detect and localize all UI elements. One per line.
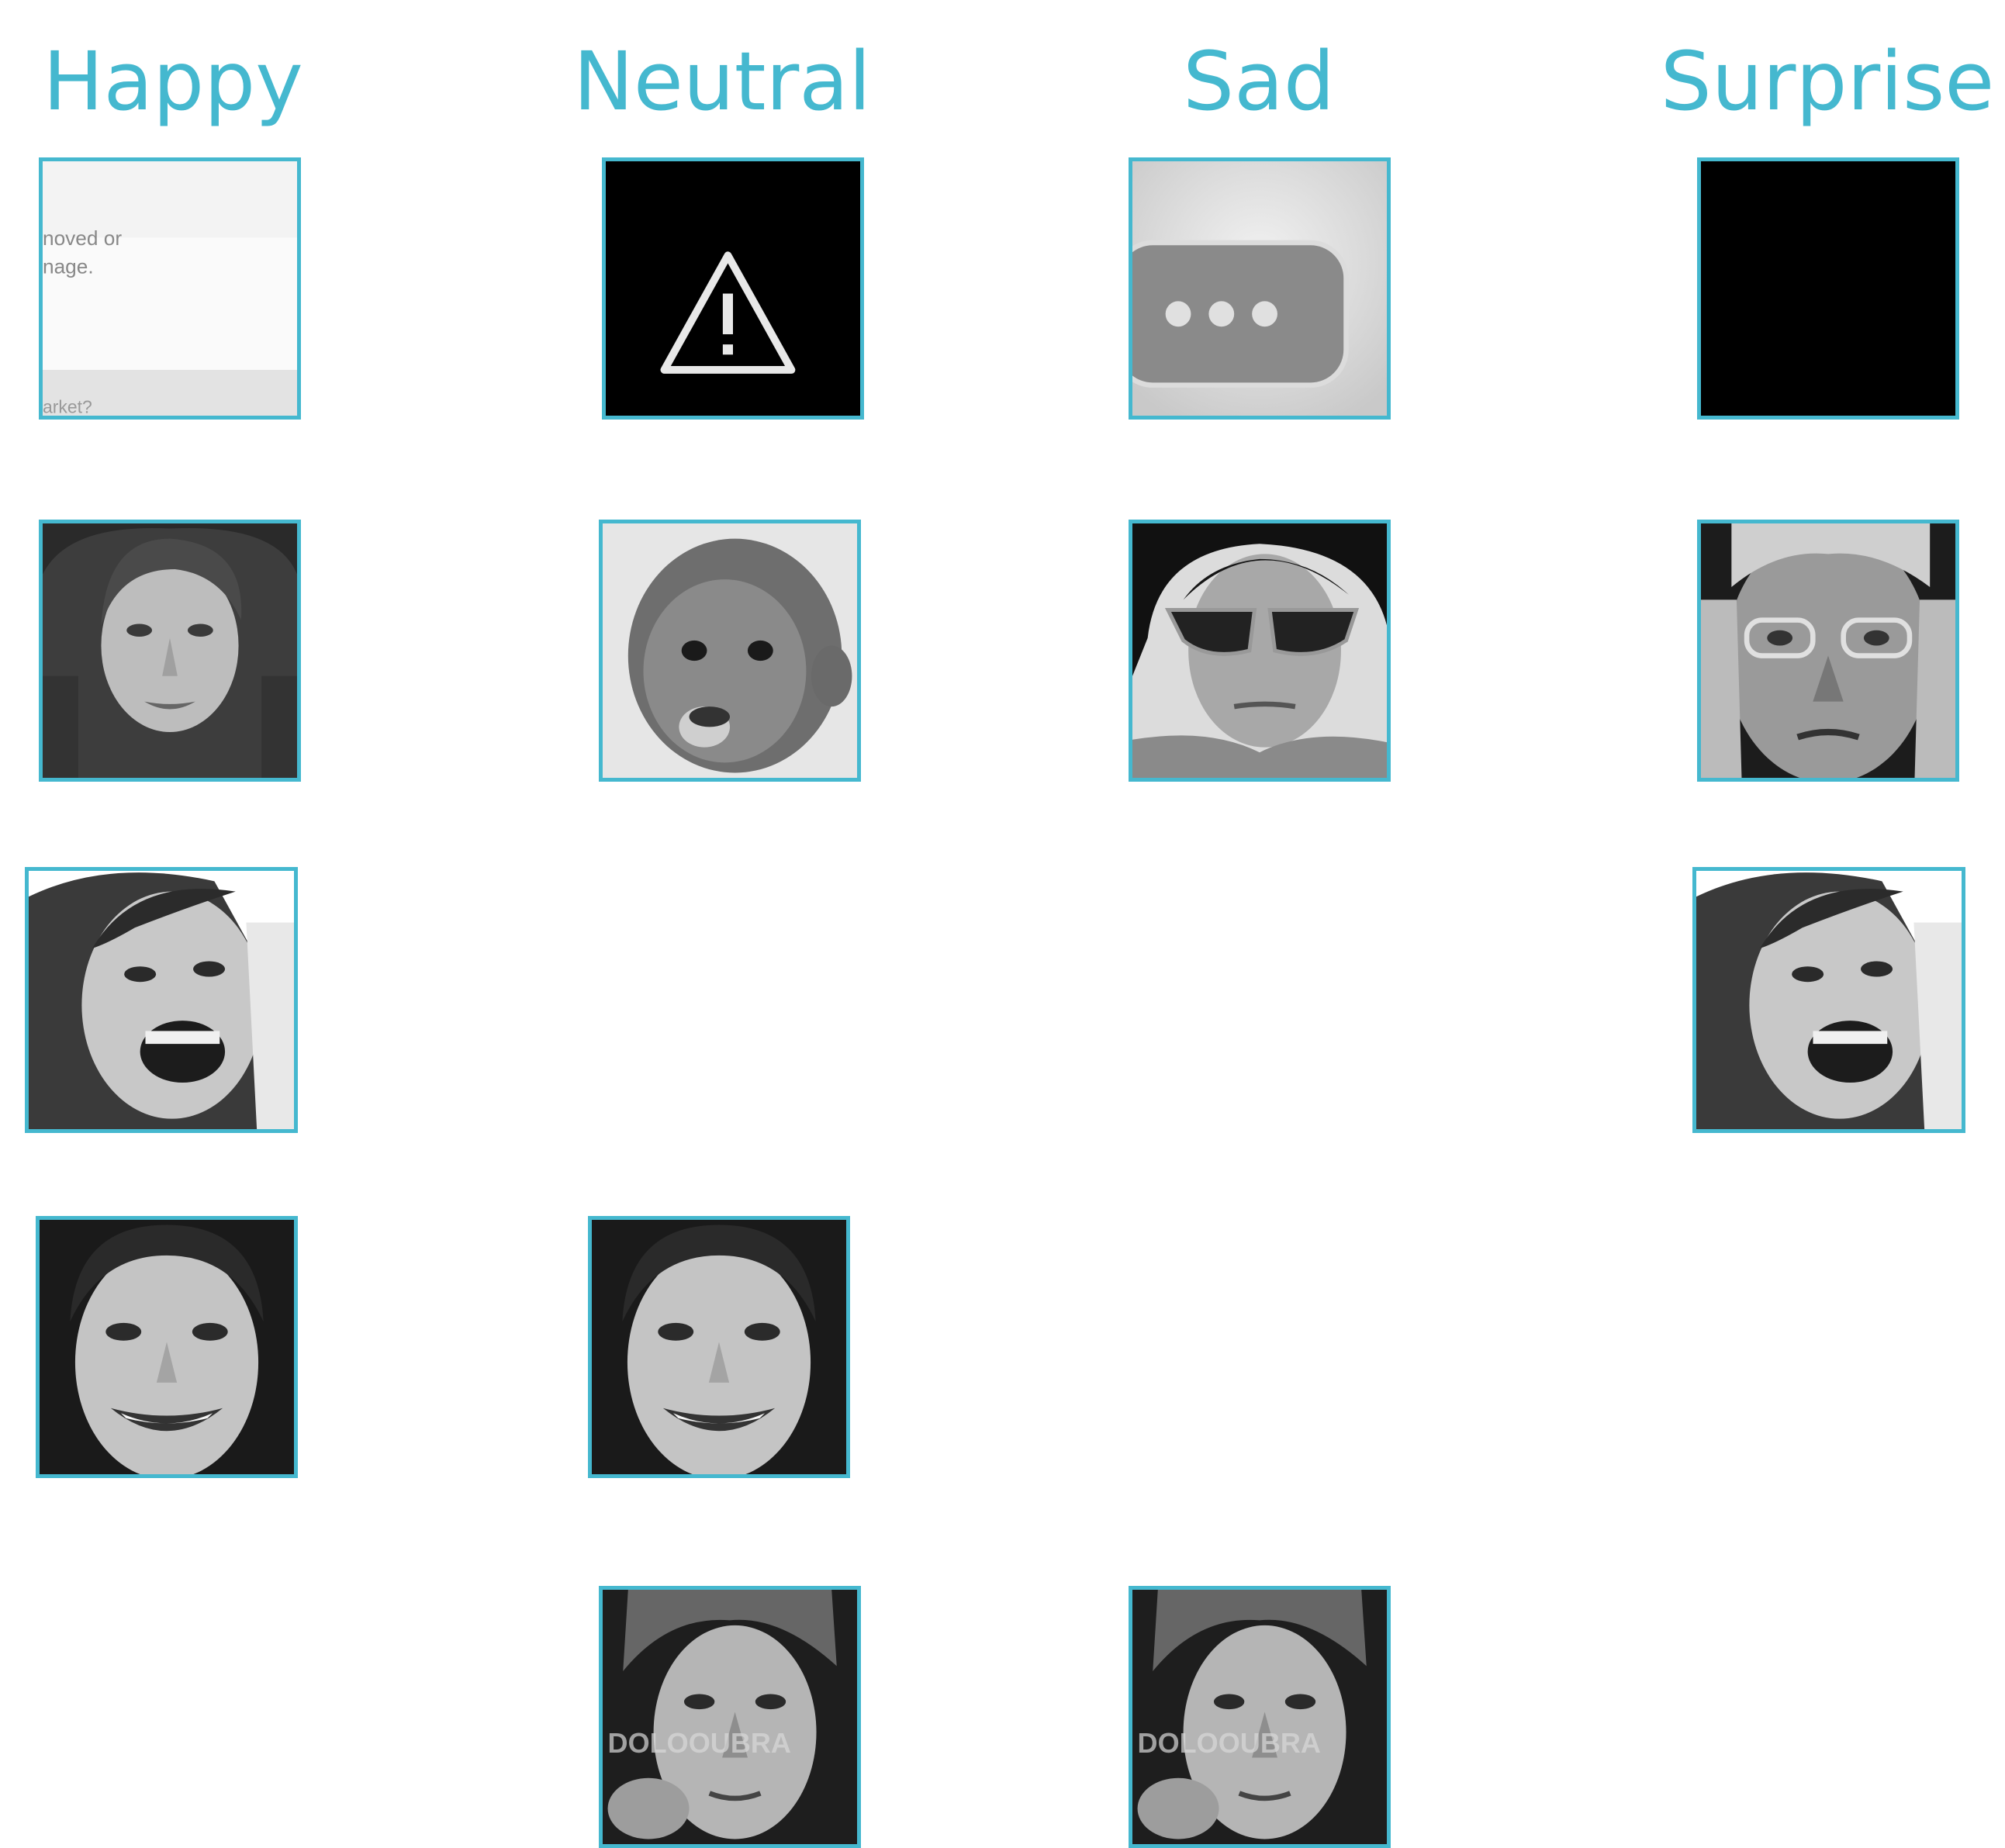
sad-face-tile-young-man: DOLOOUBRA — [1129, 1586, 1391, 1848]
happy-face-tile-smiling-woman — [36, 1216, 298, 1478]
neutral-face-tile-smiling-woman — [588, 1216, 850, 1478]
neutral-face-tile-baby — [599, 520, 861, 782]
svg-text:nage.: nage. — [43, 254, 94, 278]
happy-face-tile-laughing-woman — [25, 867, 298, 1133]
ellipsis-icon — [1132, 240, 1349, 388]
svg-text:noved or: noved or — [43, 226, 122, 250]
surprise-black-tile — [1697, 157, 1959, 420]
column-header-neutral: Neutral — [573, 34, 871, 129]
column-header-surprise: Surprise — [1660, 34, 1995, 129]
surprise-face-tile-older-man — [1697, 520, 1959, 782]
svg-text:arket?: arket? — [43, 397, 92, 416]
column-header-happy: Happy — [43, 34, 303, 129]
column-header-sad: Sad — [1183, 34, 1335, 129]
svg-text:DOLOOUBRA: DOLOOUBRA — [608, 1727, 791, 1759]
sad-ellipsis-tile — [1129, 157, 1391, 420]
neutral-face-tile-young-man: DOLOOUBRA — [599, 1586, 861, 1848]
neutral-warning-tile — [602, 157, 864, 420]
sad-face-tile-sunglasses — [1129, 520, 1391, 782]
svg-text:DOLOOUBRA: DOLOOUBRA — [1138, 1727, 1321, 1759]
surprise-face-tile-laughing-woman — [1692, 867, 1965, 1133]
happy-face-tile-woman-long-hair — [39, 520, 301, 782]
happy-broken-image-tile: noved or nage. arket? — [39, 157, 301, 420]
